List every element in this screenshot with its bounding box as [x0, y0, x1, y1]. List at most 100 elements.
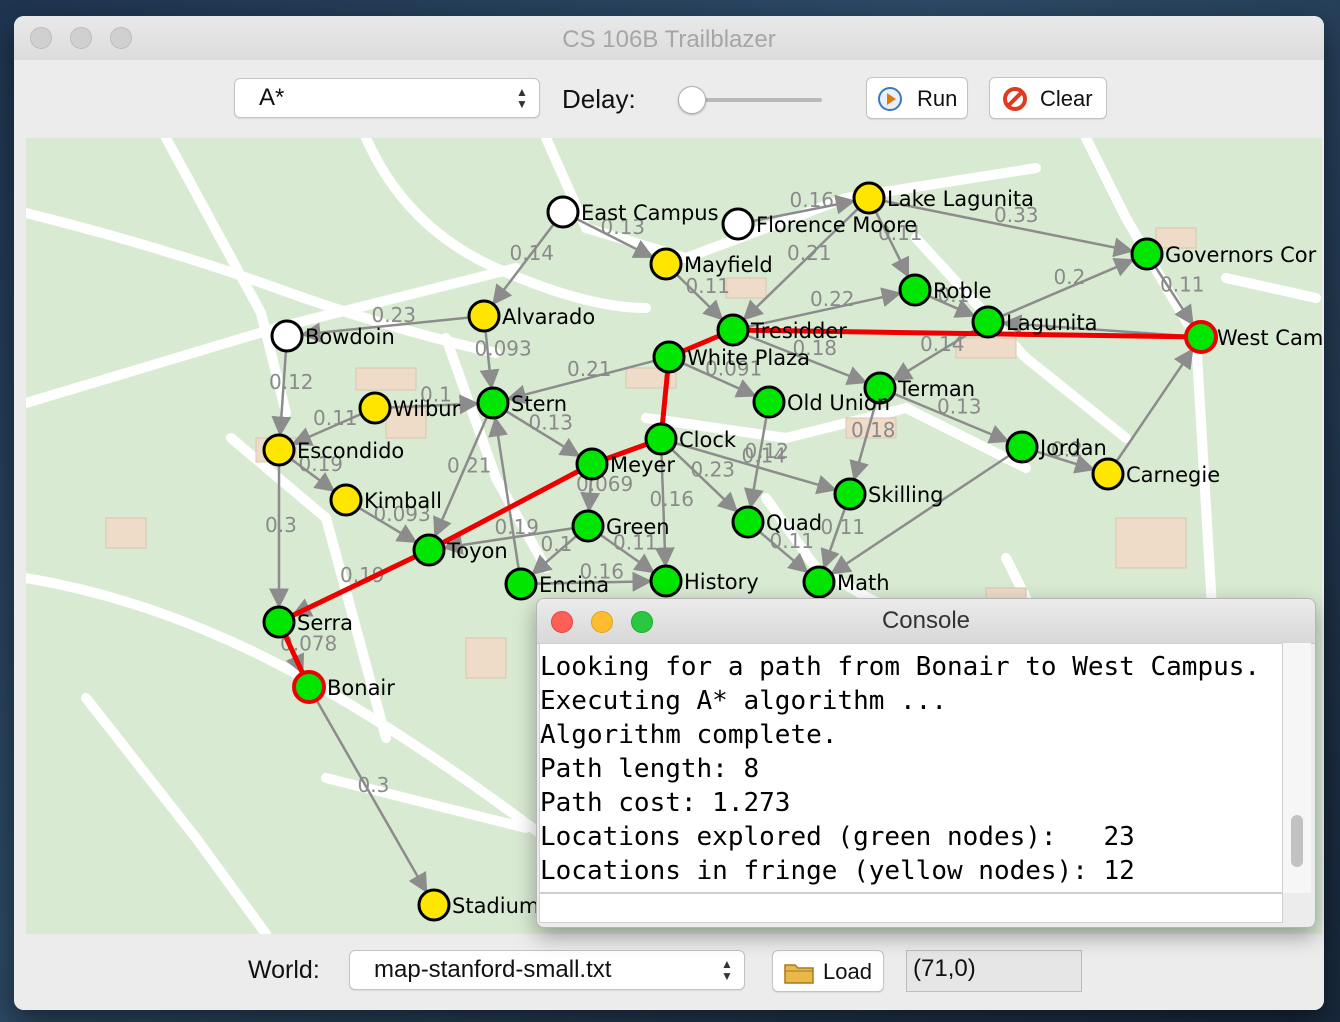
console-scroll-thumb[interactable] — [1291, 815, 1303, 867]
node-label: East Campus — [581, 201, 719, 225]
node-history[interactable] — [649, 564, 683, 598]
node-clock[interactable] — [644, 422, 678, 456]
node-old-union[interactable] — [752, 385, 786, 419]
node-label: Alvarado — [502, 305, 595, 329]
node-green[interactable] — [571, 509, 605, 543]
console-line: Executing A* algorithm ... — [540, 686, 947, 716]
world-file-value: map-stanford-small.txt — [374, 956, 612, 983]
edge-weight-label: 0.14 — [742, 444, 787, 468]
node-florence-moore[interactable] — [721, 207, 755, 241]
node-lake-lagunita[interactable] — [852, 181, 886, 215]
node-alvarado[interactable] — [467, 299, 501, 333]
edge-weight-label: 0.3 — [265, 513, 297, 537]
node-serra[interactable] — [262, 605, 296, 639]
node-label: Lake Lagunita — [887, 187, 1034, 211]
node-toyon[interactable] — [412, 533, 446, 567]
node-meyer[interactable] — [575, 447, 609, 481]
updown-icon: ▲ ▼ — [516, 85, 528, 111]
node-label: Serra — [297, 611, 353, 635]
clear-icon — [1003, 87, 1027, 111]
node-skilling[interactable] — [833, 477, 867, 511]
node-label: Quad — [766, 511, 822, 535]
run-icon — [878, 87, 902, 111]
node-label: Terman — [897, 377, 975, 401]
folder-icon — [784, 964, 814, 984]
updown-icon: ▲ ▼ — [721, 957, 733, 983]
edge-weight-label: 0.19 — [495, 515, 540, 539]
edge-weight-label: 0.18 — [851, 418, 896, 442]
load-label: Load — [823, 959, 872, 984]
node-stadium[interactable] — [417, 888, 451, 922]
delay-label: Delay: — [562, 84, 636, 114]
console-window[interactable]: Console Looking for a path from Bonair t… — [536, 598, 1316, 928]
node-kimball[interactable] — [329, 483, 363, 517]
node-label: Encina — [539, 573, 609, 597]
edge-weight-label: 0.16 — [650, 487, 695, 511]
console-line: Path cost: 1.273 — [540, 788, 791, 818]
clear-button[interactable]: Clear — [989, 77, 1107, 119]
node-label: Clock — [679, 428, 737, 452]
load-button[interactable]: Load — [772, 950, 884, 992]
delay-slider-knob[interactable] — [678, 86, 706, 114]
node-lagunita[interactable] — [971, 305, 1005, 339]
node-label: Wilbur — [393, 397, 461, 421]
node-math[interactable] — [802, 565, 836, 599]
node-bowdoin[interactable] — [270, 319, 304, 353]
world-select[interactable]: map-stanford-small.txt ▲ ▼ — [349, 950, 745, 990]
node-roble[interactable] — [898, 273, 932, 307]
edge-weight-label: 0.16 — [790, 188, 835, 212]
edge-weight-label: 0.21 — [787, 241, 832, 265]
node-label: Bowdoin — [305, 325, 395, 349]
title-bar: CS 106B Trailblazer — [14, 16, 1324, 61]
run-button[interactable]: Run — [866, 77, 968, 119]
node-escondido[interactable] — [262, 433, 296, 467]
edge-weight-label: 0.11 — [1160, 273, 1205, 297]
edge-weight-label: 0.23 — [691, 458, 736, 482]
node-carnegie[interactable] — [1091, 457, 1125, 491]
bottom-bar: World: map-stanford-small.txt ▲ ▼ Load (7… — [14, 934, 1324, 1010]
node-label: Lagunita — [1006, 311, 1097, 335]
edge-weight-label: 0.23 — [372, 303, 417, 327]
node-quad[interactable] — [731, 505, 765, 539]
graph-edge — [1115, 348, 1194, 462]
node-wilbur[interactable] — [358, 391, 392, 425]
node-west-cam[interactable] — [1184, 320, 1218, 354]
console-input-row[interactable] — [539, 893, 1283, 923]
node-east-campus[interactable] — [546, 195, 580, 229]
console-line: Path length: 8 — [540, 754, 760, 784]
node-label: Math — [837, 571, 890, 595]
node-jordan[interactable] — [1005, 430, 1039, 464]
console-line: Algorithm complete. — [540, 720, 838, 750]
node-label: Meyer — [610, 453, 675, 477]
node-encina[interactable] — [504, 567, 538, 601]
node-label: History — [684, 570, 759, 594]
node-label: Florence Moore — [756, 213, 917, 237]
console-scrollbar[interactable] — [1283, 643, 1311, 893]
edge-weight-label: 0.2 — [1054, 265, 1086, 289]
node-label: West Cam — [1217, 326, 1322, 350]
node-label: Stadium — [452, 894, 539, 918]
console-line: Locations in fringe (yellow nodes): 12 — [540, 856, 1135, 886]
node-label: Mayfield — [684, 253, 773, 277]
node-white-plaza[interactable] — [652, 340, 686, 374]
node-stern[interactable] — [476, 386, 510, 420]
node-label: White Plaza — [687, 346, 810, 370]
world-label: World: — [248, 956, 320, 984]
node-label: Green — [606, 515, 670, 539]
console-line: Locations explored (green nodes): 23 — [540, 822, 1135, 852]
edge-weight-label: 0.14 — [510, 241, 555, 265]
toolbar: A* ▲ ▼ Delay: Run Clear — [14, 60, 1324, 138]
node-label: Roble — [933, 279, 992, 303]
console-output[interactable]: Looking for a path from Bonair to West C… — [539, 643, 1283, 893]
node-mayfield[interactable] — [649, 247, 683, 281]
node-label: Toyon — [446, 539, 508, 563]
node-label: Skilling — [868, 483, 943, 507]
edge-weight-label: 0.11 — [313, 406, 358, 430]
node-bonair[interactable] — [292, 670, 326, 704]
node-tresidder[interactable] — [716, 313, 750, 347]
node-governors-cor[interactable] — [1130, 237, 1164, 271]
edge-weight-label: 0.21 — [447, 454, 492, 478]
edge-weight-label: 0.22 — [810, 287, 855, 311]
algorithm-select[interactable]: A* ▲ ▼ — [234, 78, 540, 118]
clear-label: Clear — [1040, 86, 1093, 111]
